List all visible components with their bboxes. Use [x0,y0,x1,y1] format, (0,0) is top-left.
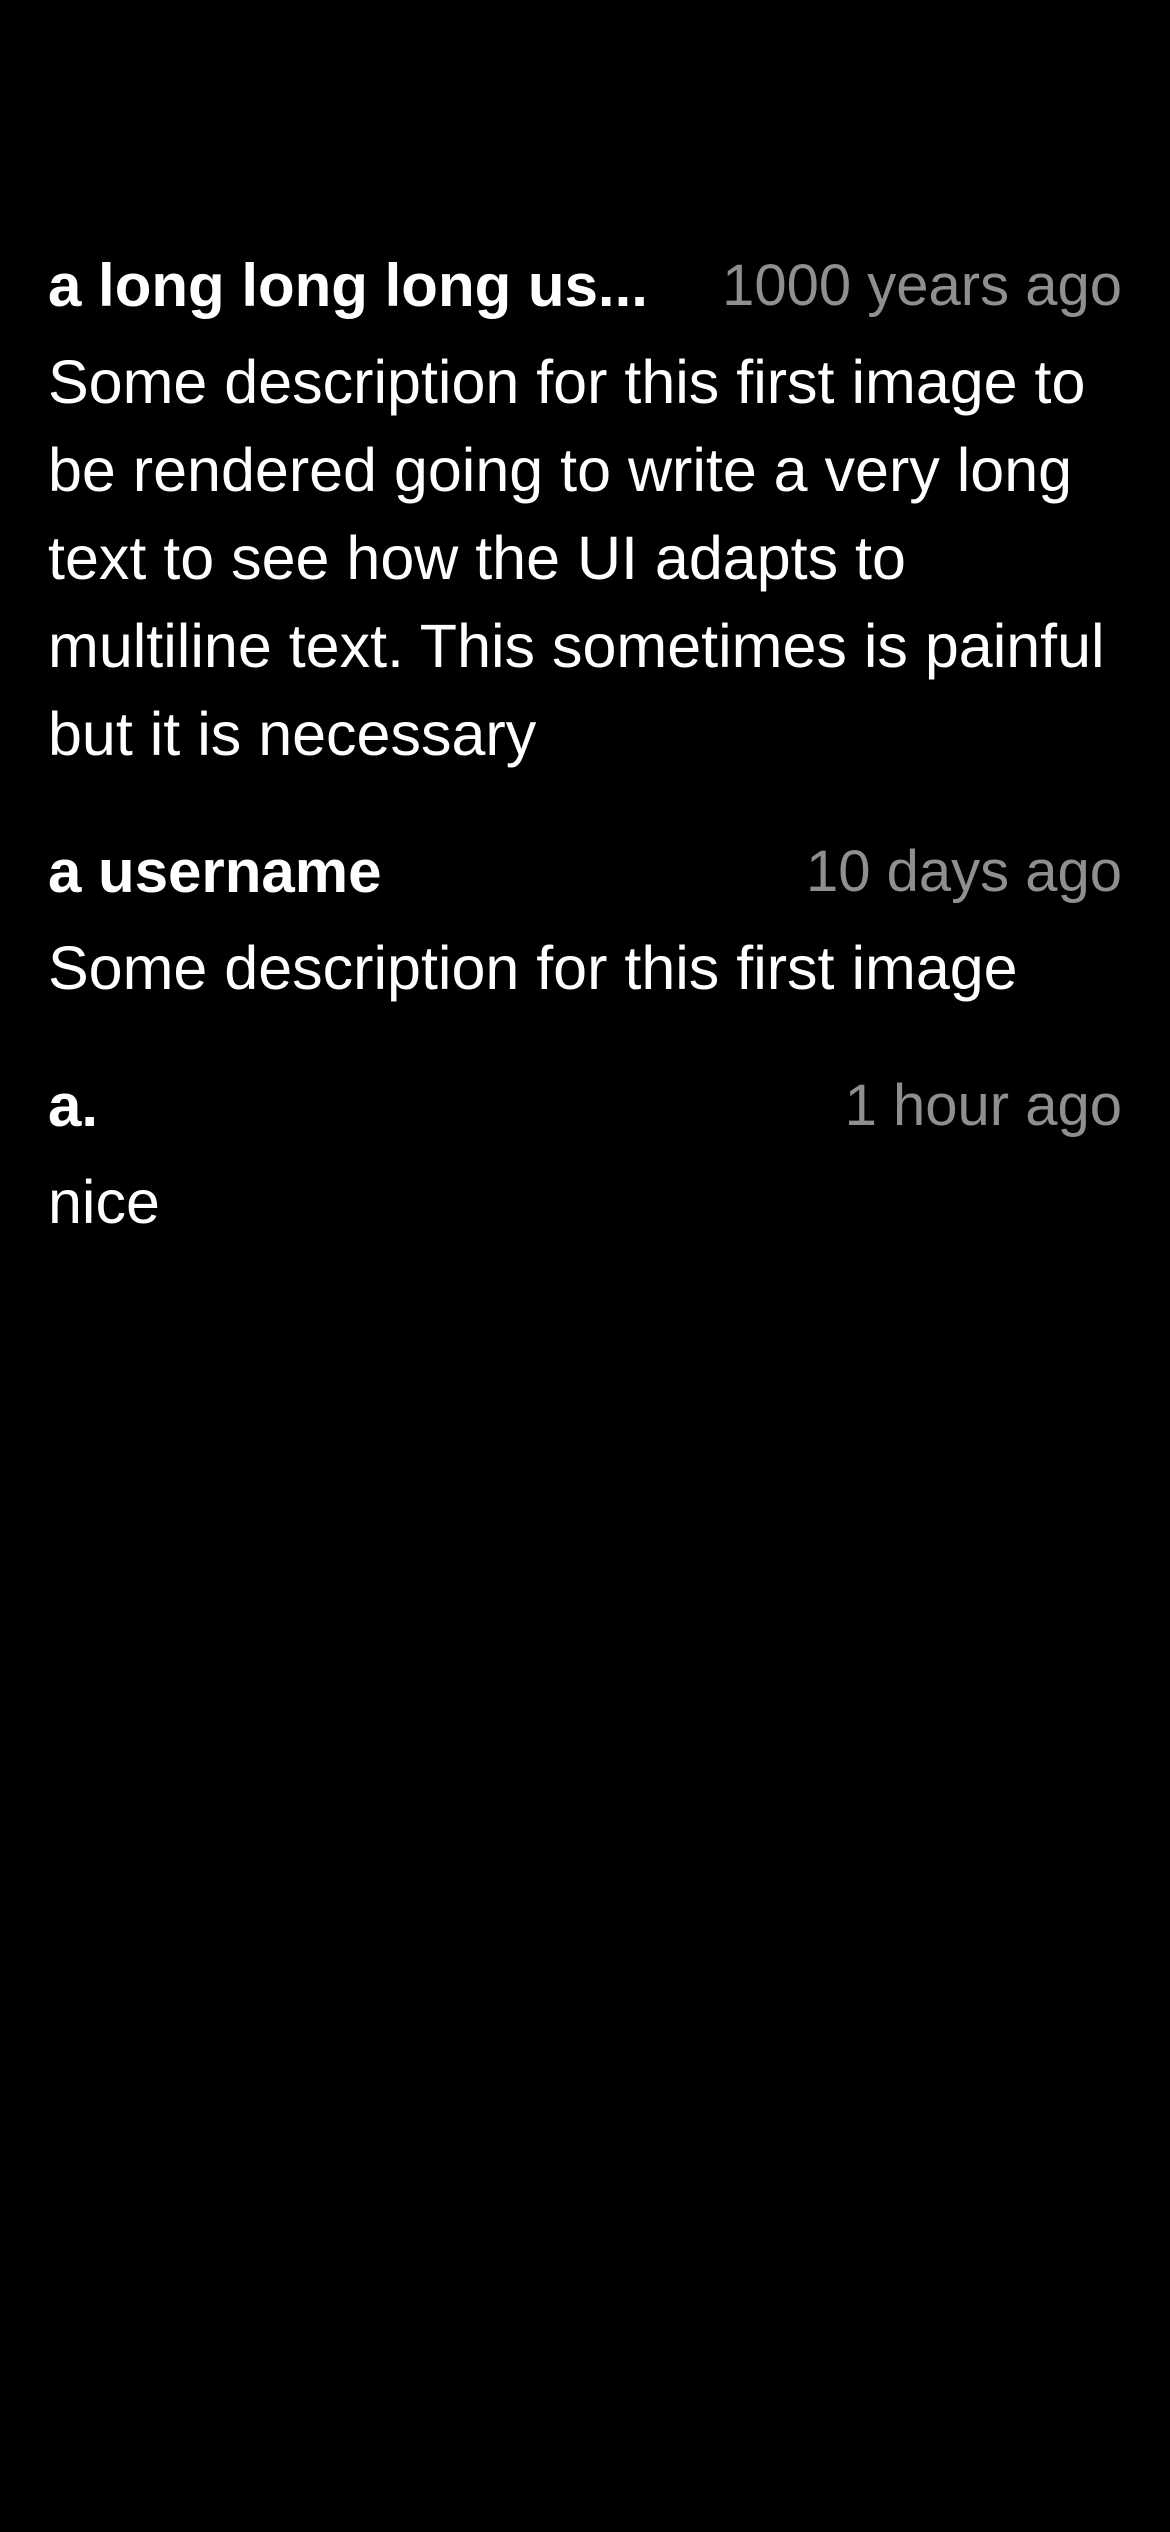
comment-header: a. 1 hour ago [48,1060,1122,1150]
comment-timestamp: 1 hour ago [844,1072,1122,1138]
comment-list: a long long long us... 1000 years ago So… [48,240,1122,1294]
comment-item: a. 1 hour ago nice [48,1060,1122,1246]
comment-item: a long long long us... 1000 years ago So… [48,240,1122,778]
comment-username[interactable]: a long long long us... [48,251,700,320]
comment-username[interactable]: a. [48,1071,823,1140]
comment-text: Some description for this first image to… [48,348,1105,768]
comment-timestamp: 10 days ago [805,838,1122,904]
comment-header: a long long long us... 1000 years ago [48,240,1122,330]
comment-timestamp: 1000 years ago [722,252,1122,318]
comment-text: nice [48,1168,160,1236]
comment-item: a username 10 days ago Some description … [48,826,1122,1012]
comment-username[interactable]: a username [48,837,784,906]
comment-text: Some description for this first image [48,934,1018,1002]
comment-header: a username 10 days ago [48,826,1122,916]
